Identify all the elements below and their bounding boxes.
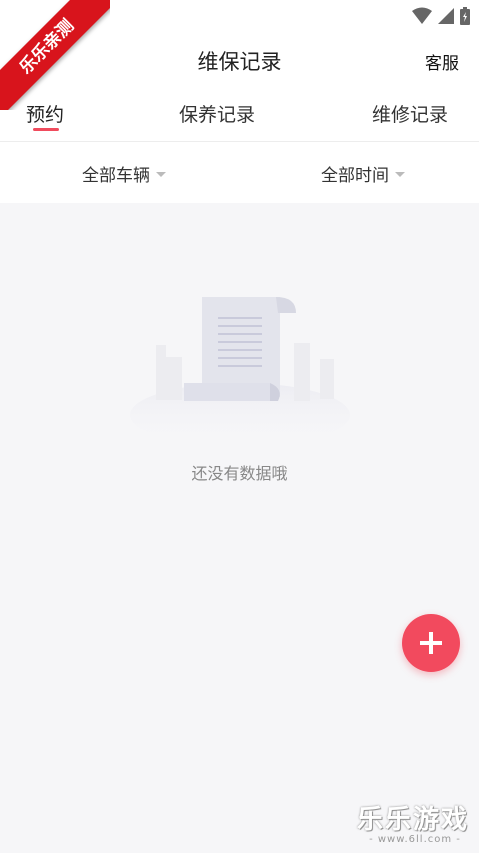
- time-filter-label: 全部时间: [321, 166, 389, 186]
- vehicle-filter-label: 全部车辆: [82, 166, 150, 186]
- empty-state-illustration: [120, 285, 360, 447]
- signal-icon: [438, 8, 454, 24]
- status-icons: [411, 6, 471, 26]
- time-filter[interactable]: 全部时间: [321, 161, 405, 186]
- filter-bar: 全部车辆 全部时间: [0, 142, 479, 203]
- empty-document-icon: [130, 297, 350, 447]
- add-appointment-button[interactable]: [402, 614, 460, 672]
- wifi-icon: [412, 7, 432, 24]
- vehicle-filter[interactable]: 全部车辆: [82, 161, 166, 186]
- corner-ribbon: 乐乐亲测: [0, 0, 110, 110]
- watermark-text: 乐乐游戏: [357, 805, 470, 835]
- empty-state-message: 还没有数据哦: [191, 464, 288, 483]
- battery-icon: [460, 7, 470, 25]
- watermark: 乐乐游戏 - www.6ll.com -: [357, 799, 473, 849]
- ribbon-label: 乐乐亲测: [0, 0, 110, 110]
- tab-active-indicator: [33, 128, 59, 131]
- customer-service-button[interactable]: 客服: [425, 49, 459, 74]
- tab-maintenance-records[interactable]: 保养记录: [179, 100, 255, 127]
- watermark-url: - www.6ll.com -: [369, 834, 461, 845]
- tab-repair-records[interactable]: 维修记录: [372, 100, 448, 127]
- caret-down-icon: [156, 172, 166, 177]
- caret-down-icon: [395, 172, 405, 177]
- plus-icon: [420, 632, 442, 654]
